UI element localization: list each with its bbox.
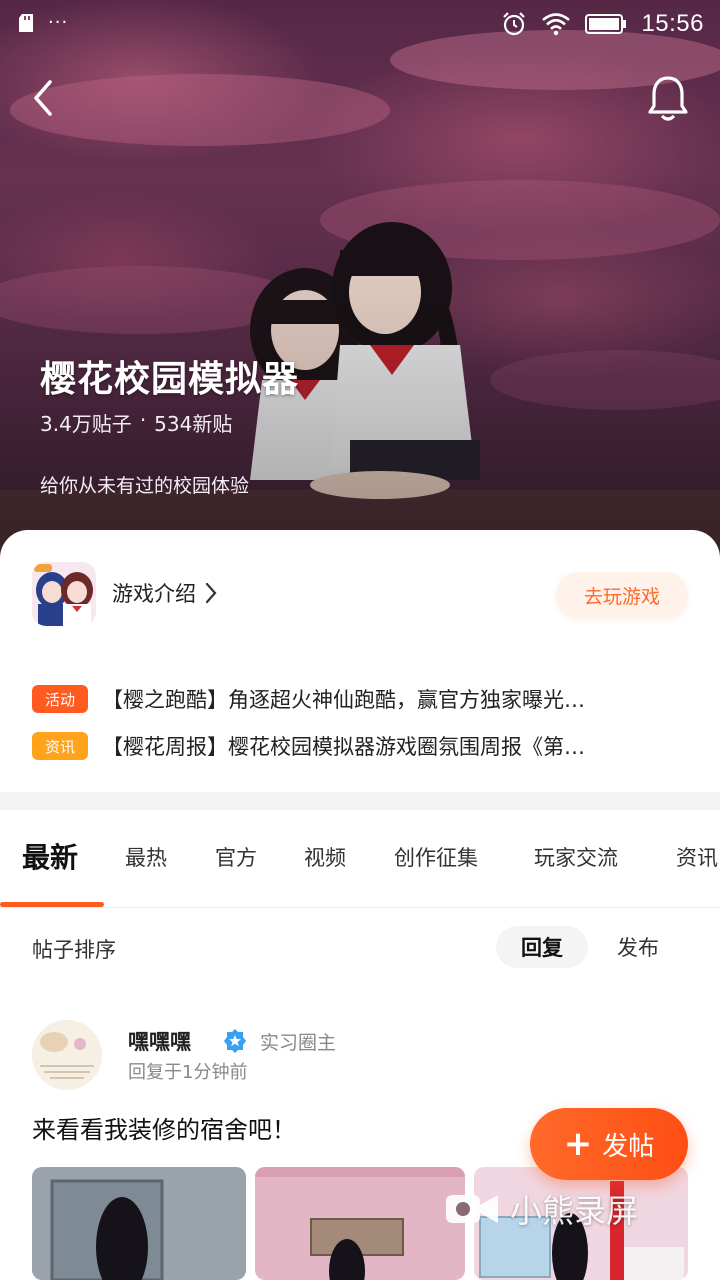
active-tab-indicator — [0, 902, 104, 907]
sort-by-reply[interactable]: 回复 — [496, 926, 588, 968]
tab-video[interactable]: 视频 — [304, 842, 346, 872]
post-count: 3.4万贴子 — [40, 412, 132, 436]
forum-stats: 3.4万贴子 · 534新贴 — [40, 408, 232, 437]
post-image[interactable] — [255, 1167, 465, 1280]
tab-players[interactable]: 玩家交流 — [534, 842, 618, 872]
tab-official[interactable]: 官方 — [215, 842, 257, 872]
activity-tag: 活动 — [32, 685, 88, 713]
recorder-watermark: 小熊录屏 — [444, 1186, 638, 1232]
category-tabs: 最新 最热 官方 视频 创作征集 玩家交流 资讯 — [0, 810, 720, 908]
sort-by-publish[interactable]: 发布 — [592, 926, 684, 968]
create-post-label: 发帖 — [602, 1131, 655, 1162]
watermark-text: 小熊录屏 — [510, 1192, 639, 1230]
stats-separator: · — [139, 408, 147, 432]
post-image[interactable] — [32, 1167, 246, 1280]
game-intro-label: 游戏介绍 — [112, 582, 196, 606]
tab-news[interactable]: 资讯 — [676, 842, 718, 872]
more-dots-icon: ··· — [48, 12, 69, 33]
news-tag: 资讯 — [32, 732, 88, 760]
status-bar: ··· 15:56 — [0, 0, 720, 52]
notice-item-news[interactable]: 资讯 【樱花周报】樱花校园模拟器游戏圈氛围周报《第… — [32, 730, 692, 762]
forum-title: 樱花校园模拟器 — [40, 359, 300, 400]
tab-hot[interactable]: 最热 — [125, 842, 167, 872]
notice-text: 【樱花周报】樱花校园模拟器游戏圈氛围周报《第… — [102, 735, 585, 759]
wifi-icon — [542, 13, 571, 36]
plus-icon: + — [563, 1124, 593, 1164]
play-game-button[interactable]: 去玩游戏 — [556, 572, 688, 618]
forum-header-banner: ··· 15:56 樱花校园模拟器 3.4万贴子 · 534新贴 给你从未有过的… — [0, 0, 720, 580]
section-divider — [0, 792, 720, 810]
notice-text: 【樱之跑酷】角逐超火神仙跑酷，赢官方独家曝光… — [102, 688, 585, 712]
new-post-count: 534新贴 — [154, 412, 233, 436]
clock: 15:56 — [641, 10, 704, 37]
verified-star-icon — [224, 1029, 246, 1053]
game-info-card: 游戏介绍 去玩游戏 活动 【樱之跑酷】角逐超火神仙跑酷，赢官方独家曝光… 资讯 … — [0, 530, 720, 792]
post-time: 回复于1分钟前 — [128, 1062, 248, 1083]
tab-creation[interactable]: 创作征集 — [394, 842, 478, 872]
sd-card-icon — [19, 13, 33, 32]
author-role: 实习圈主 — [260, 1032, 337, 1054]
avatar[interactable] — [32, 1020, 102, 1090]
sort-label: 帖子排序 — [32, 938, 116, 962]
game-intro-link[interactable]: 游戏介绍 — [112, 578, 218, 608]
chevron-right-icon — [205, 582, 217, 604]
tab-latest[interactable]: 最新 — [22, 836, 78, 876]
alarm-icon — [503, 12, 526, 36]
bell-icon — [648, 76, 688, 121]
notification-button[interactable] — [644, 72, 692, 124]
forum-description: 给你从未有过的校园体验 — [40, 475, 250, 497]
game-icon[interactable] — [32, 562, 96, 626]
author-name[interactable]: 嘿嘿嘿 — [128, 1026, 191, 1056]
create-post-button[interactable]: + 发帖 — [530, 1108, 688, 1180]
battery-icon — [585, 14, 627, 34]
video-camera-icon — [446, 1195, 498, 1223]
chevron-left-icon — [34, 80, 52, 116]
notice-item-activity[interactable]: 活动 【樱之跑酷】角逐超火神仙跑酷，赢官方独家曝光… — [32, 683, 692, 715]
sort-bar: 帖子排序 回复 发布 — [0, 910, 720, 984]
post-title[interactable]: 来看看我装修的宿舍吧！ — [32, 1110, 296, 1145]
back-button[interactable] — [22, 72, 66, 124]
